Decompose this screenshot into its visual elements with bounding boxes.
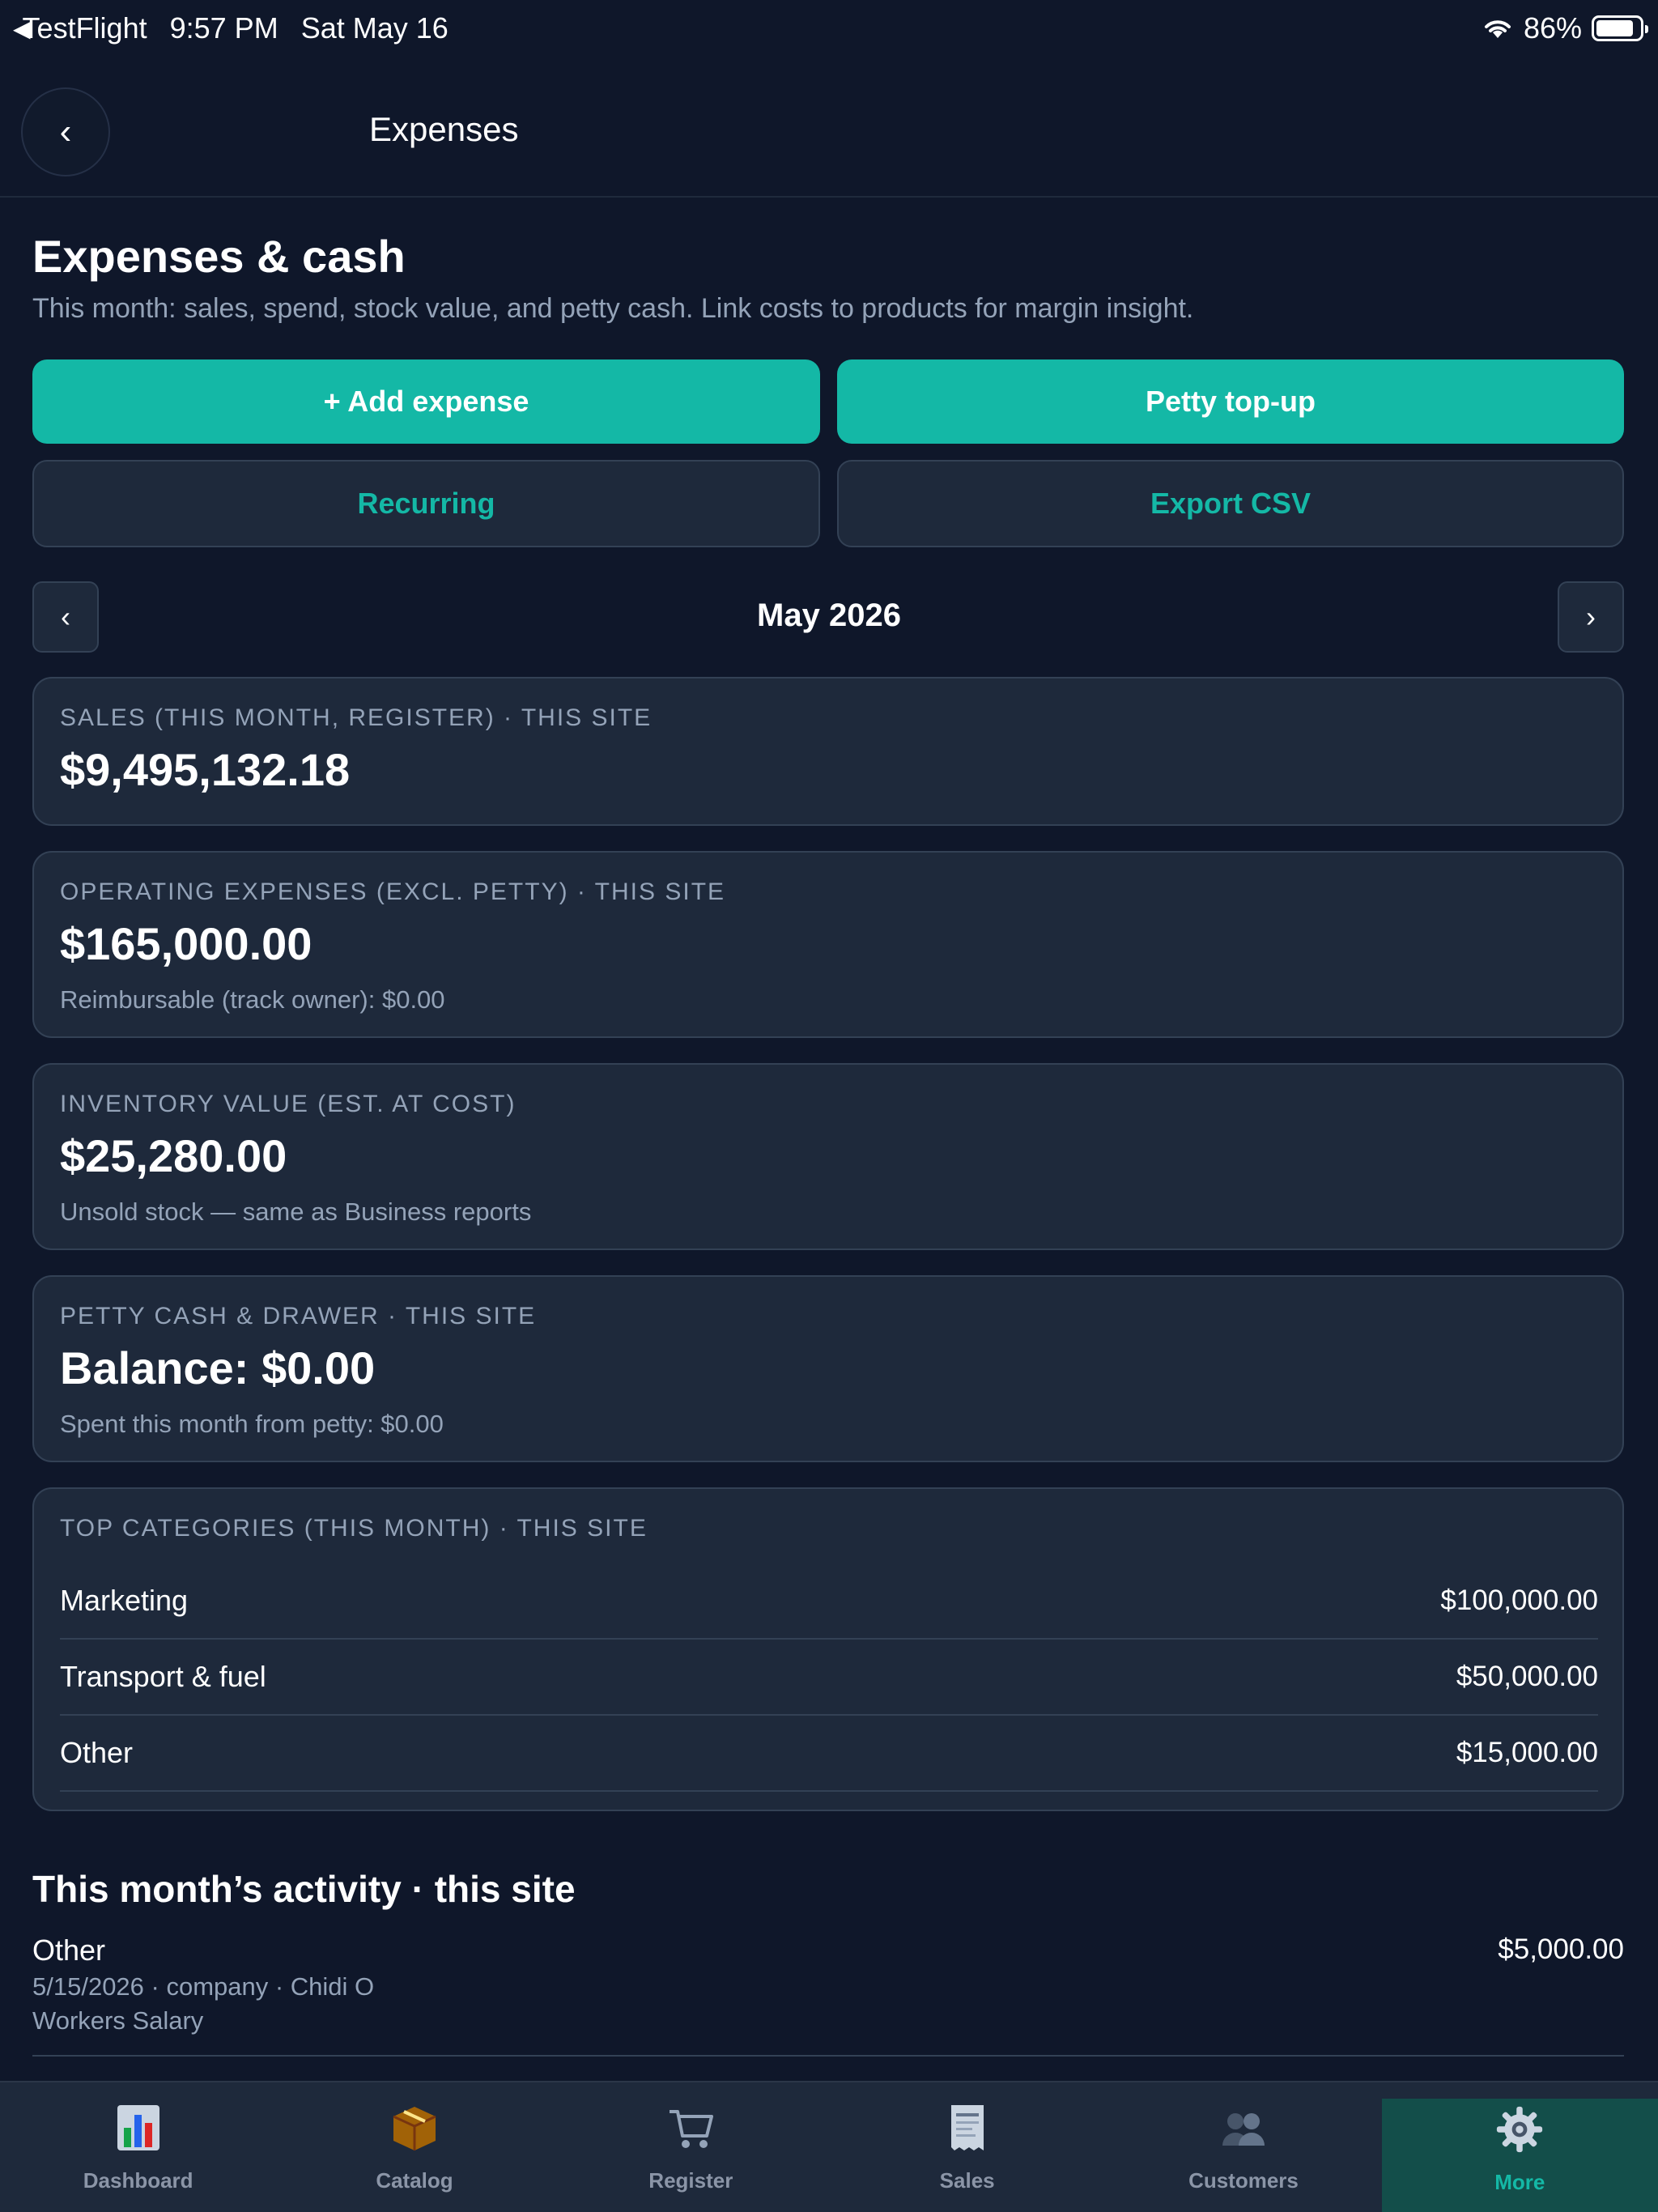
activity-title: This month’s activity · this site — [32, 1868, 576, 1910]
activity-item-amount: $5,000.00 — [1498, 1933, 1624, 1965]
status-bar: ◀ TestFlight 9:57 PM Sat May 16 86% — [0, 0, 1658, 65]
expenses-screen: ◀ TestFlight 9:57 PM Sat May 16 86% ‹ Ex… — [0, 0, 1658, 2212]
status-bar-left: ◀ TestFlight 9:57 PM Sat May 16 — [13, 11, 449, 45]
status-date: Sat May 16 — [300, 11, 449, 45]
category-name: Marketing — [60, 1584, 189, 1617]
petty-cash-card: PETTY CASH & DRAWER · THIS SITE Balance:… — [32, 1275, 1624, 1462]
tab-label: Sales — [939, 2168, 995, 2193]
category-row: Marketing $100,000.00 — [60, 1563, 1598, 1640]
package-icon — [390, 2104, 439, 2152]
nav-title: Expenses — [369, 110, 519, 148]
cart-icon — [666, 2104, 715, 2152]
tab-label: Customers — [1188, 2168, 1299, 2193]
inventory-label: INVENTORY VALUE (EST. AT COST) — [60, 1091, 517, 1117]
gear-icon — [1495, 2105, 1544, 2154]
inventory-note: Unsold stock — same as Business reports — [60, 1197, 532, 1226]
chevron-right-icon: › — [1586, 600, 1596, 633]
tab-customers[interactable]: Customers — [1105, 2082, 1381, 2212]
sales-label: SALES (THIS MONTH, REGISTER) · THIS SITE — [60, 704, 653, 731]
petty-note: Spent this month from petty: $0.00 — [60, 1410, 444, 1438]
add-expense-button[interactable]: + Add expense — [32, 359, 820, 444]
tab-catalog[interactable]: Catalog — [276, 2082, 552, 2212]
category-row: Transport & fuel $50,000.00 — [60, 1640, 1598, 1716]
back-app-label: TestFlight — [22, 11, 147, 45]
recurring-button[interactable]: Recurring — [32, 460, 820, 547]
people-icon — [1219, 2104, 1268, 2152]
activity-item-meta: 5/15/2026 · company · Chidi O — [32, 1972, 375, 2001]
tab-label: Catalog — [376, 2168, 453, 2193]
sales-card: SALES (THIS MONTH, REGISTER) · THIS SITE… — [32, 677, 1624, 826]
inventory-value: $25,280.00 — [60, 1130, 287, 1181]
opex-note: Reimbursable (track owner): $0.00 — [60, 985, 445, 1014]
status-time: 9:57 PM — [169, 11, 278, 45]
operating-expenses-card: OPERATING EXPENSES (EXCL. PETTY) · THIS … — [32, 851, 1624, 1038]
battery-icon — [1592, 15, 1648, 41]
tab-label: Dashboard — [83, 2168, 193, 2193]
status-bar-right: 86% — [1482, 11, 1648, 45]
activity-item-description: Workers Salary — [32, 2006, 204, 2035]
opex-label: OPERATING EXPENSES (EXCL. PETTY) · THIS … — [60, 878, 726, 905]
opex-value: $165,000.00 — [60, 918, 312, 969]
tab-dashboard[interactable]: Dashboard — [0, 2082, 276, 2212]
tab-bar: Dashboard Catalog Register Sales Custome… — [0, 2081, 1658, 2212]
battery-percent: 86% — [1523, 11, 1582, 45]
category-amount: $50,000.00 — [1456, 1661, 1598, 1692]
categories-label: TOP CATEGORIES (THIS MONTH) · THIS SITE — [60, 1515, 648, 1542]
page-subtitle: This month: sales, spend, stock value, a… — [32, 293, 1194, 324]
category-amount: $100,000.00 — [1440, 1585, 1598, 1616]
bar-chart-icon — [114, 2104, 163, 2152]
receipt-icon — [943, 2104, 992, 2152]
petty-balance: Balance: $0.00 — [60, 1342, 376, 1393]
tab-sales[interactable]: Sales — [829, 2082, 1105, 2212]
category-row: Other $15,000.00 — [60, 1716, 1598, 1792]
back-button[interactable]: ‹ — [21, 87, 110, 177]
inventory-value-card: INVENTORY VALUE (EST. AT COST) $25,280.0… — [32, 1063, 1624, 1250]
export-csv-button[interactable]: Export CSV — [837, 460, 1624, 547]
sales-value: $9,495,132.18 — [60, 744, 351, 795]
category-name: Other — [60, 1736, 134, 1769]
wifi-icon — [1484, 20, 1511, 38]
activity-item[interactable]: Other $5,000.00 5/15/2026 · company · Ch… — [32, 1933, 1624, 2057]
page-title: Expenses & cash — [32, 231, 406, 282]
tab-more[interactable]: More — [1381, 2099, 1658, 2212]
back-to-app-link[interactable]: ◀ TestFlight — [13, 11, 147, 45]
activity-item-title: Other — [32, 1933, 106, 1967]
nav-bar: ‹ Expenses — [0, 81, 1658, 198]
tab-label: More — [1494, 2170, 1545, 2194]
top-categories-card: TOP CATEGORIES (THIS MONTH) · THIS SITE … — [32, 1487, 1624, 1811]
next-month-button[interactable]: › — [1558, 581, 1624, 653]
petty-label: PETTY CASH & DRAWER · THIS SITE — [60, 1303, 537, 1329]
category-name: Transport & fuel — [60, 1660, 266, 1693]
month-label: May 2026 — [757, 598, 901, 633]
tab-register[interactable]: Register — [553, 2082, 829, 2212]
tab-label: Register — [648, 2168, 733, 2193]
category-amount: $15,000.00 — [1456, 1737, 1598, 1768]
petty-topup-button[interactable]: Petty top-up — [837, 359, 1624, 444]
chevron-left-icon: ‹ — [59, 112, 72, 151]
